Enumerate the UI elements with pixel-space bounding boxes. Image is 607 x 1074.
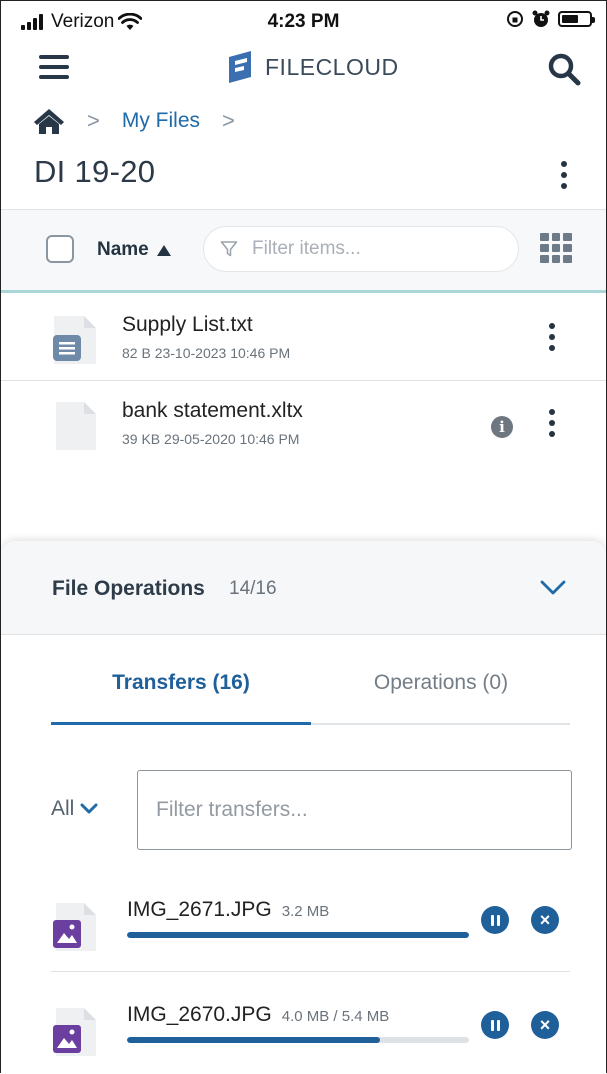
page-title: DI 19-20 (34, 154, 156, 189)
sort-by-name-button[interactable]: Name (97, 239, 171, 261)
filecloud-logo-icon (229, 51, 251, 83)
search-icon[interactable] (546, 51, 582, 87)
transfer-progress-fill (127, 932, 469, 938)
status-bar: Verizon 4:23 PM (1, 1, 606, 43)
transfer-name: IMG_2671.JPG 3.2 MB (127, 898, 329, 922)
transfer-progress-fill (127, 1037, 381, 1043)
filter-items-field[interactable] (203, 226, 519, 272)
file-meta: 82 B 23-10-2023 10:46 PM (122, 345, 291, 361)
battery-icon (558, 11, 595, 27)
home-icon[interactable] (33, 107, 65, 135)
transfer-file-name: IMG_2671.JPG (127, 898, 272, 921)
filecloud-logo: FILECLOUD (225, 49, 399, 85)
breadcrumb: > My Files > (33, 101, 257, 141)
transfer-size: 4.0 MB / 5.4 MB (281, 1008, 390, 1025)
breadcrumb-separator: > (222, 108, 235, 133)
rotation-lock-icon (507, 11, 523, 27)
status-icons (506, 10, 595, 28)
grid-view-icon[interactable] (540, 233, 572, 263)
filter-items-input[interactable] (250, 237, 494, 261)
chevron-down-icon[interactable] (540, 577, 566, 597)
hamburger-menu-button[interactable] (39, 55, 69, 79)
file-operations-count: 14/16 (229, 578, 277, 599)
filter-transfers-field[interactable] (137, 770, 572, 850)
cancel-button[interactable]: × (531, 1011, 559, 1039)
brand-name: FILECLOUD (265, 53, 399, 80)
file-name: bank statement.xltx (122, 399, 303, 422)
app-header: FILECLOUD (1, 43, 606, 93)
file-name: Supply List.txt (122, 313, 253, 336)
file-operations-title: File Operations (52, 577, 205, 600)
transfer-progress-bar (127, 932, 469, 938)
image-file-icon (53, 903, 96, 951)
transfer-progress-bar (127, 1037, 469, 1043)
tab-transfers[interactable]: Transfers (16) (51, 671, 311, 695)
breadcrumb-my-files[interactable]: My Files (122, 109, 200, 133)
sort-ascending-icon (156, 244, 171, 256)
blank-file-icon (56, 402, 96, 450)
transfer-tabs: Transfers (16) Operations (0) (51, 651, 570, 725)
chevron-down-icon (80, 803, 98, 814)
text-file-icon (53, 316, 96, 364)
file-row-bank-statement[interactable]: bank statement.xltx 39 KB 29-05-2020 10:… (1, 383, 606, 471)
file-operations-panel: File Operations 14/16 Transfers (16) Ope… (1, 541, 606, 1073)
file-more-options-button[interactable] (548, 323, 556, 351)
app-frame: Verizon 4:23 PM FILECLOUD > My Files > D… (0, 0, 607, 1073)
transfer-status-label: All (51, 797, 75, 820)
transfer-name: IMG_2670.JPG 4.0 MB / 5.4 MB (127, 1003, 389, 1027)
pause-button[interactable] (481, 906, 509, 934)
transfer-row: IMG_2671.JPG 3.2 MB × (1, 886, 606, 976)
close-icon: × (539, 1015, 551, 1035)
alarm-icon (532, 10, 550, 27)
transfer-file-name: IMG_2670.JPG (127, 1003, 272, 1026)
file-row-supply-list[interactable]: Supply List.txt 82 B 23-10-2023 10:46 PM (1, 297, 606, 385)
active-tab-indicator (51, 722, 311, 725)
transfer-row: IMG_2670.JPG 4.0 MB / 5.4 MB × (1, 991, 606, 1073)
breadcrumb-separator: > (87, 108, 100, 133)
cancel-button[interactable]: × (531, 906, 559, 934)
row-divider (51, 971, 570, 972)
row-divider (1, 380, 606, 381)
file-operations-header[interactable]: File Operations 14/16 (1, 541, 606, 635)
info-icon[interactable]: i (491, 416, 513, 438)
list-toolbar: Name (1, 209, 606, 293)
pause-button[interactable] (481, 1011, 509, 1039)
file-meta: 39 KB 29-05-2020 10:46 PM (122, 431, 300, 447)
transfer-size: 3.2 MB (281, 903, 330, 920)
filter-icon (220, 241, 238, 257)
sort-label: Name (97, 239, 149, 260)
select-all-checkbox[interactable] (46, 235, 74, 263)
folder-more-options-button[interactable] (560, 161, 568, 189)
transfer-status-select[interactable]: All (51, 797, 98, 821)
close-icon: × (539, 910, 551, 930)
filter-transfers-input[interactable] (154, 797, 538, 823)
tab-operations[interactable]: Operations (0) (311, 671, 571, 695)
image-file-icon (53, 1008, 96, 1056)
file-more-options-button[interactable] (548, 409, 556, 437)
